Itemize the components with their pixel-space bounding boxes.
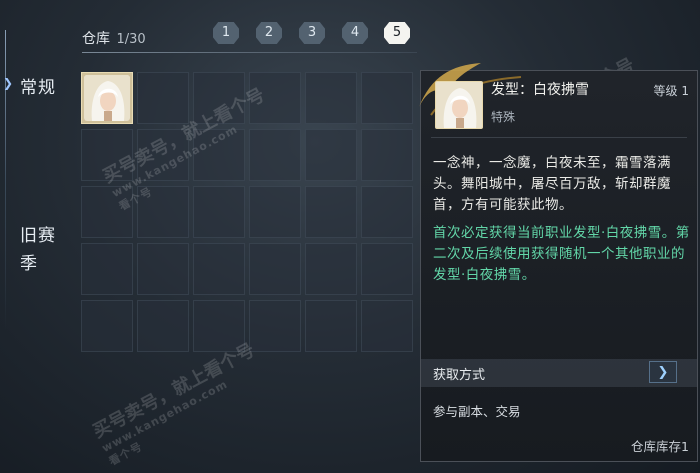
watermark-tag: 看个号: [106, 439, 145, 469]
inventory-slot[interactable]: [81, 243, 133, 295]
tooltip-item-icon: [435, 81, 483, 129]
tooltip-item-type: 特殊: [491, 110, 516, 124]
source-expand-button[interactable]: ❯: [649, 361, 677, 383]
tooltip-note: 首次必定获得当前职业发型·白夜拂雪。第二次及后续使用获得随机一个其他职业的发型·…: [433, 225, 690, 283]
watermark: 买号卖号，就上看个号 www.kangehao.com 看个号: [88, 336, 273, 469]
watermark-text: 买号卖号，就上看个号: [89, 339, 259, 443]
inventory-slot[interactable]: [137, 300, 189, 352]
inventory-slot[interactable]: [249, 243, 301, 295]
inventory-slot[interactable]: [193, 129, 245, 181]
chevron-right-icon: ❯: [657, 365, 669, 380]
inventory-slot[interactable]: [305, 186, 357, 238]
inventory-slot[interactable]: [81, 186, 133, 238]
watermark-url: www.kangehao.com: [99, 377, 230, 455]
tab-old-season-label: 旧赛季: [20, 226, 56, 274]
page-tab-4[interactable]: 4: [342, 22, 368, 44]
inventory-slot[interactable]: [249, 72, 301, 124]
inventory-slot[interactable]: [361, 300, 413, 352]
inventory-slot[interactable]: [249, 129, 301, 181]
inventory-slot[interactable]: [193, 186, 245, 238]
inventory-slot[interactable]: [305, 243, 357, 295]
inventory-slot[interactable]: [193, 300, 245, 352]
inventory-slot[interactable]: [193, 243, 245, 295]
warehouse-stock: 仓库库存1: [631, 439, 689, 454]
inventory-slot[interactable]: [81, 129, 133, 181]
header-divider: [82, 52, 417, 53]
inventory-slot[interactable]: [249, 186, 301, 238]
source-label: 获取方式: [433, 368, 486, 383]
tooltip-item-level: 等级 1: [653, 84, 689, 98]
source-text: 参与副本、交易: [433, 404, 521, 419]
character-portrait-icon: [84, 75, 130, 121]
warehouse-title: 仓库 1/30: [82, 28, 146, 48]
inventory-slot-item[interactable]: [81, 72, 133, 124]
inventory-slot[interactable]: [361, 72, 413, 124]
inventory-slot[interactable]: [137, 243, 189, 295]
tooltip-description: 一念神，一念魔，白夜未至，霜雪落满头。舞阳城中，屠尽百万敌，斩却群魔首，方有可能…: [433, 155, 671, 213]
item-tooltip: 发型：白夜拂雪 等级 1 特殊 一念神，一念魔，白夜未至，霜雪落满头。舞阳城中，…: [419, 63, 698, 462]
inventory-slot[interactable]: [81, 300, 133, 352]
inventory-slot[interactable]: [305, 72, 357, 124]
inventory-slot[interactable]: [193, 72, 245, 124]
page-tab-3[interactable]: 3: [299, 22, 325, 44]
source-bar: 获取方式 ❯: [421, 359, 697, 387]
tab-old-season[interactable]: 旧赛季: [20, 222, 60, 278]
active-arrow-icon: ❯: [3, 76, 15, 90]
tooltip-item-name: 发型：白夜拂雪: [491, 82, 589, 98]
warehouse-title-label: 仓库: [82, 31, 110, 47]
inventory-slot[interactable]: [361, 243, 413, 295]
tab-regular-label: 常规: [20, 78, 56, 98]
sidebar-rail: [5, 30, 6, 330]
tooltip-divider: [431, 137, 687, 138]
page-tab-1[interactable]: 1: [213, 22, 239, 44]
warehouse-count: 1/30: [116, 32, 146, 47]
page-tab-2[interactable]: 2: [256, 22, 282, 44]
tab-regular[interactable]: ❯ 常规: [3, 73, 56, 98]
character-portrait-icon: [436, 82, 482, 128]
inventory-slot[interactable]: [137, 186, 189, 238]
inventory-slot[interactable]: [305, 129, 357, 181]
inventory-slot[interactable]: [361, 186, 413, 238]
inventory-slot[interactable]: [249, 300, 301, 352]
page-tab-5[interactable]: 5: [384, 22, 410, 44]
sidebar: ❯ 常规 旧赛季: [0, 0, 70, 473]
inventory-slot[interactable]: [361, 129, 413, 181]
inventory-slot[interactable]: [305, 300, 357, 352]
inventory-slot[interactable]: [137, 72, 189, 124]
inventory-slot[interactable]: [137, 129, 189, 181]
